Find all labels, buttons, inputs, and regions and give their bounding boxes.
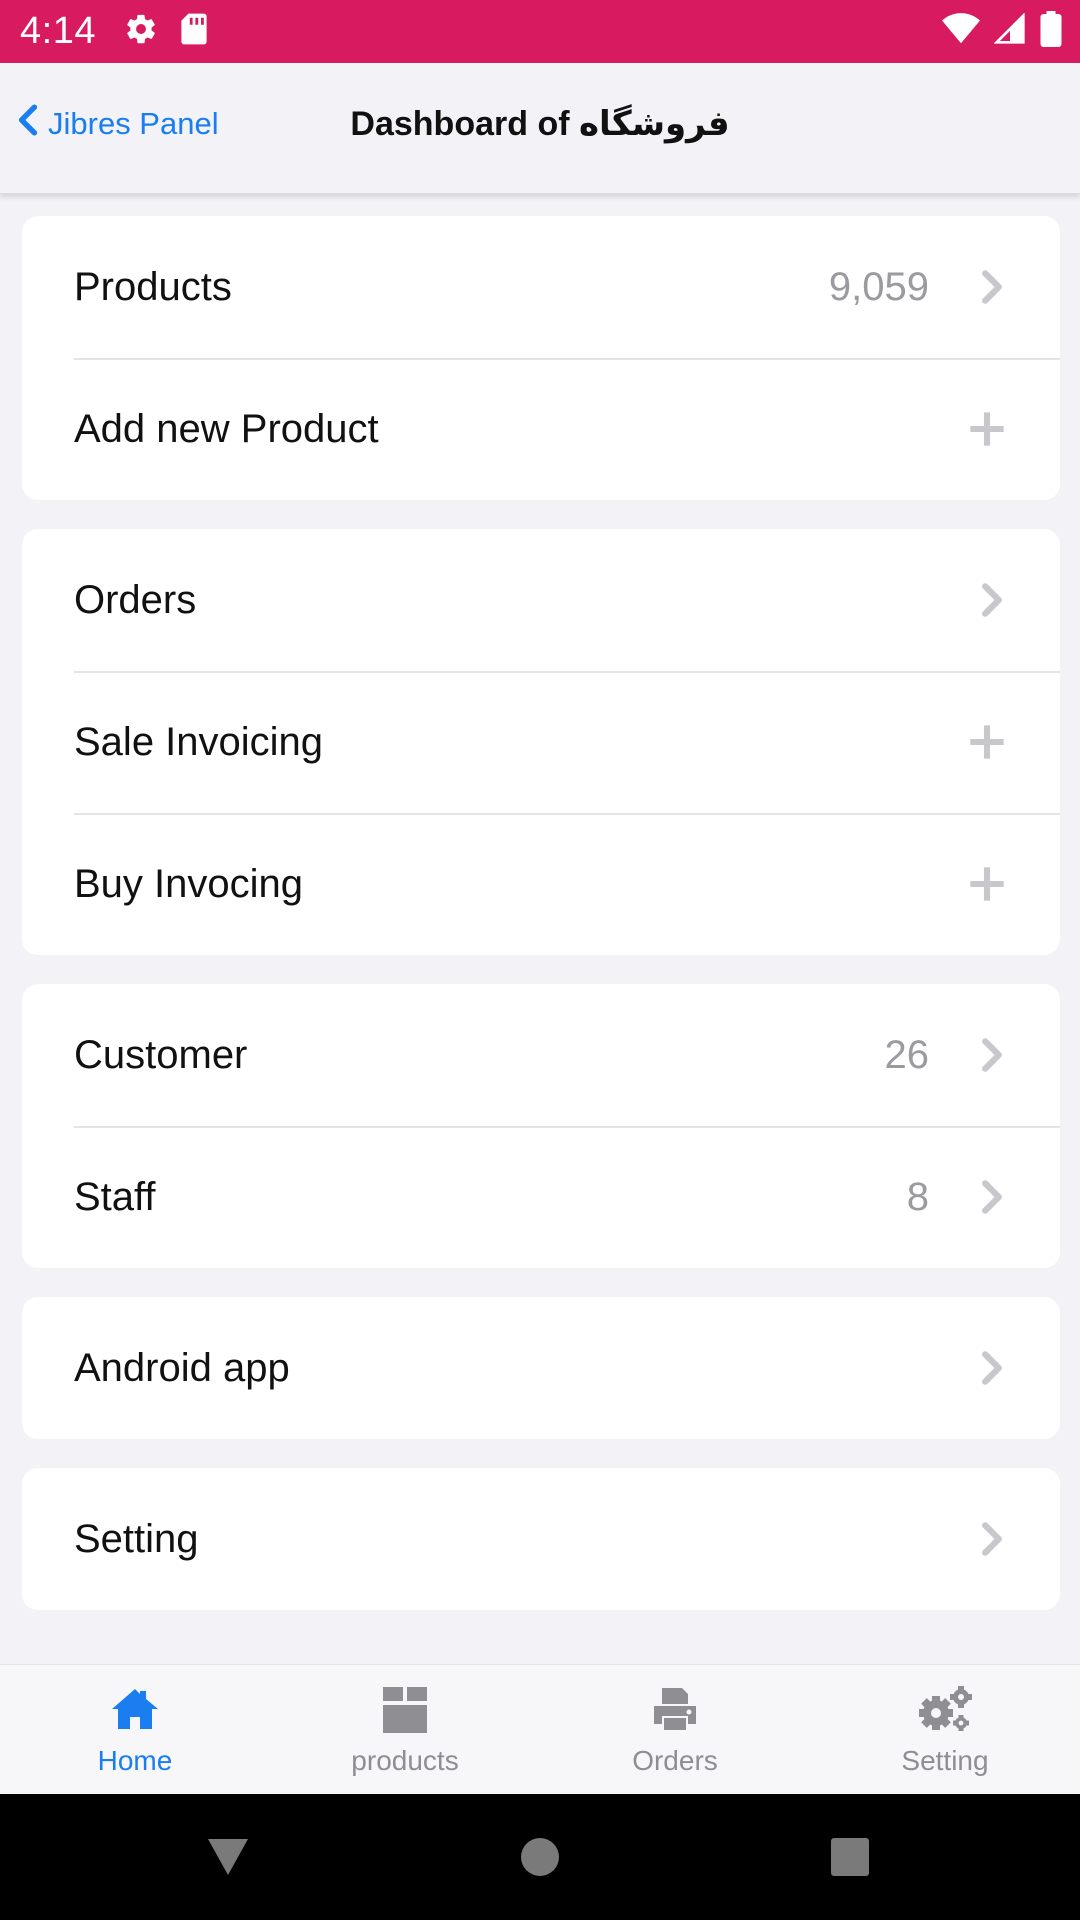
menu-card: Products 9,059 Add new Product (22, 216, 1060, 500)
menu-card: Android app (22, 1297, 1060, 1439)
tab-orders[interactable]: Orders (540, 1665, 810, 1795)
chevron-right-icon (980, 581, 1004, 619)
plus-icon (970, 725, 1004, 759)
chevron-right-icon (980, 1036, 1004, 1074)
menu-card: Setting (22, 1468, 1060, 1610)
menu-row-label: Customer (74, 1032, 248, 1077)
tab-label: Home (97, 1745, 173, 1776)
menu-card: Customer 26 Staff 8 (22, 984, 1060, 1268)
tab-bar: Home products Orders Setting (0, 1664, 1080, 1795)
gear-icon (124, 12, 158, 51)
menu-row-staff[interactable]: Staff 8 (22, 1126, 1060, 1268)
menu-row-android-app[interactable]: Android app (22, 1297, 1060, 1439)
tab-products[interactable]: products (270, 1665, 540, 1795)
menu-row-label: Add new Product (74, 406, 379, 451)
menu-row-orders[interactable]: Orders (22, 529, 1060, 671)
menu-row-count: 26 (884, 1032, 930, 1077)
menu-row-label: Staff (74, 1174, 156, 1219)
tab-home[interactable]: Home (0, 1665, 270, 1795)
menu-row-count: 8 (906, 1174, 929, 1219)
tab-setting[interactable]: Setting (810, 1665, 1080, 1795)
tab-label: products (351, 1745, 459, 1776)
menu-row-products[interactable]: Products 9,059 (22, 216, 1060, 358)
sd-card-icon (180, 12, 208, 51)
printer-icon (650, 1681, 700, 1737)
menu-row-count: 9,059 (828, 264, 929, 309)
dashboard-menu: Products 9,059 Add new Product Orders Sale I… (22, 216, 1060, 1639)
signal-icon (993, 12, 1026, 50)
chevron-right-icon (980, 268, 1004, 306)
menu-row-add-new-product[interactable]: Add new Product (22, 358, 1060, 500)
tab-label: Setting (901, 1745, 989, 1776)
battery-icon (1040, 11, 1062, 52)
status-bar: 4:14 (0, 0, 1080, 63)
menu-row-label: Orders (74, 577, 197, 622)
plus-icon (970, 867, 1004, 901)
menu-row-setting[interactable]: Setting (22, 1468, 1060, 1610)
back-triangle-icon[interactable] (206, 1794, 250, 1920)
menu-row-label: Buy Invocing (74, 861, 304, 906)
tab-label: Orders (632, 1745, 718, 1776)
menu-row-label: Setting (74, 1516, 199, 1561)
menu-row-sale-invoicing[interactable]: Sale Invoicing (22, 671, 1060, 813)
plus-icon (970, 412, 1004, 446)
recents-square-icon[interactable] (830, 1794, 870, 1920)
menu-row-label: Sale Invoicing (74, 719, 324, 764)
menu-row-buy-invocing[interactable]: Buy Invocing (22, 813, 1060, 955)
home-icon (110, 1681, 160, 1737)
navigation-bar: Jibres Panel Dashboard of فروشگاه (0, 63, 1080, 194)
system-navigation-bar (0, 1794, 1080, 1920)
page-title: Dashboard of فروشگاه (350, 105, 730, 143)
menu-row-customer[interactable]: Customer 26 (22, 984, 1060, 1126)
gears-icon (916, 1681, 974, 1737)
menu-row-label: Products (74, 264, 232, 309)
chevron-right-icon (980, 1349, 1004, 1387)
menu-card: Orders Sale Invoicing Buy Invocing (22, 529, 1060, 955)
box-icon (379, 1681, 431, 1737)
chevron-right-icon (980, 1520, 1004, 1558)
wifi-icon (942, 13, 980, 50)
status-time: 4:14 (20, 10, 96, 52)
menu-row-label: Android app (74, 1345, 290, 1390)
home-circle-icon[interactable] (520, 1794, 560, 1920)
chevron-right-icon (980, 1178, 1004, 1216)
